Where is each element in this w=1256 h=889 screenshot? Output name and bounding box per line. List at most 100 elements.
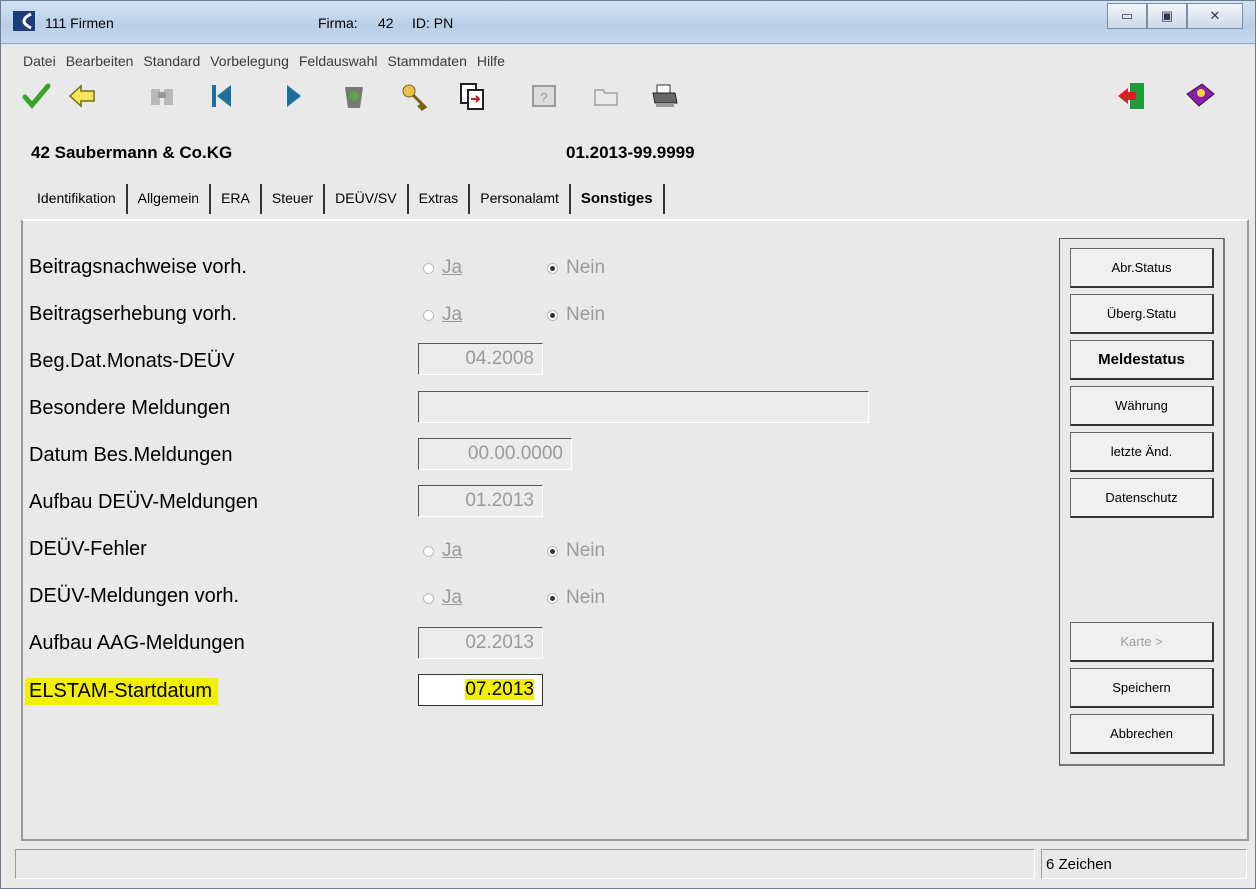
aufbau-deuv-meldungen-label: Aufbau DEÜV-Meldungen bbox=[29, 491, 259, 513]
besondere-meldungen-label: Besondere Meldungen bbox=[29, 397, 231, 419]
ja-label: Ja bbox=[442, 540, 463, 561]
record-header: 42 Saubermann & Co.KG 01.2013-99.9999 bbox=[19, 133, 1247, 173]
beitragserhebung-label: Beitragserhebung vorh. bbox=[29, 303, 237, 325]
validity-period: 01.2013-99.9999 bbox=[566, 143, 695, 162]
beitragsnachweise-nein-radio[interactable]: Nein bbox=[547, 257, 605, 279]
radio-circle bbox=[423, 545, 434, 557]
maximize-button[interactable]: ▣ bbox=[1147, 3, 1187, 29]
menu-bearbeiten[interactable]: Bearbeiten bbox=[60, 49, 138, 71]
deuv-meldungen-ja-radio[interactable]: Ja bbox=[423, 587, 462, 609]
menu-hilfe[interactable]: Hilfe bbox=[471, 49, 509, 71]
printer-icon[interactable] bbox=[647, 79, 681, 113]
status-bar: 6 Zeichen bbox=[1, 846, 1255, 886]
besondere-meldungen-field[interactable] bbox=[418, 391, 869, 423]
aufbau-aag-meldungen-field[interactable]: 02.2013 bbox=[418, 627, 543, 659]
abr-status-button[interactable]: Abr.Status bbox=[1070, 248, 1214, 288]
beitragsnachweise-label: Beitragsnachweise vorh. bbox=[29, 256, 247, 278]
tab-allgemein[interactable]: Allgemein bbox=[128, 184, 212, 214]
abbrechen-button[interactable]: Abbrechen bbox=[1070, 714, 1214, 754]
firma-value: 42 bbox=[378, 15, 394, 31]
tab-personalamt[interactable]: Personalamt bbox=[470, 184, 571, 214]
company-name: 42 Saubermann & Co.KG bbox=[31, 143, 233, 162]
tab-deuv-sv[interactable]: DEÜV/SV bbox=[325, 184, 409, 214]
tab-era[interactable]: ERA bbox=[211, 184, 262, 214]
tab-steuer[interactable]: Steuer bbox=[262, 184, 326, 214]
elstam-startdatum-field[interactable]: 07.2013 bbox=[418, 674, 543, 706]
check-icon[interactable] bbox=[19, 79, 53, 113]
title-bar[interactable]: 111 Firmen Firma: 42 ID: PN ▭ ▣ ✕ bbox=[1, 1, 1255, 44]
application-window: 111 Firmen Firma: 42 ID: PN ▭ ▣ ✕ Datei … bbox=[0, 0, 1256, 889]
speichern-button[interactable]: Speichern bbox=[1070, 668, 1214, 708]
nein-label: Nein bbox=[566, 257, 606, 278]
tab-identifikation[interactable]: Identifikation bbox=[27, 184, 128, 214]
datum-bes-meldungen-field[interactable]: 00.00.0000 bbox=[418, 438, 572, 470]
menu-feldauswahl[interactable]: Feldauswahl bbox=[293, 49, 382, 71]
menu-vorbelegung[interactable]: Vorbelegung bbox=[204, 49, 293, 71]
ja-label: Ja bbox=[442, 304, 463, 325]
deuv-meldungen-nein-radio[interactable]: Nein bbox=[547, 587, 605, 609]
exit-door-icon[interactable] bbox=[1115, 79, 1149, 113]
letzte-aenderung-button[interactable]: letzte Änd. bbox=[1070, 432, 1214, 472]
deuv-fehler-ja-radio[interactable]: Ja bbox=[423, 540, 462, 562]
beitragsnachweise-ja-radio[interactable]: Ja bbox=[423, 257, 462, 279]
beitragserhebung-ja-radio[interactable]: Ja bbox=[423, 304, 462, 326]
window-controls: ▭ ▣ ✕ bbox=[1107, 3, 1243, 29]
close-button[interactable]: ✕ bbox=[1187, 3, 1243, 29]
help-window-icon[interactable]: ? bbox=[527, 79, 561, 113]
tab-extras[interactable]: Extras bbox=[409, 184, 471, 214]
radio-circle-selected bbox=[547, 592, 558, 604]
menu-stammdaten[interactable]: Stammdaten bbox=[381, 49, 470, 71]
deuv-fehler-label: DEÜV-Fehler bbox=[29, 538, 147, 560]
side-button-panel: Abr.Status Überg.Statu Meldestatus Währu… bbox=[1059, 238, 1225, 766]
key-icon[interactable] bbox=[397, 79, 431, 113]
radio-circle-selected bbox=[547, 262, 558, 274]
karte-button[interactable]: Karte > bbox=[1070, 622, 1214, 662]
radio-circle bbox=[423, 309, 434, 321]
window-title: 111 Firmen bbox=[45, 15, 114, 31]
deuv-fehler-nein-radio[interactable]: Nein bbox=[547, 540, 605, 562]
maximize-icon: ▣ bbox=[1160, 8, 1174, 23]
aufbau-deuv-meldungen-field[interactable]: 01.2013 bbox=[418, 485, 543, 517]
radio-circle bbox=[423, 262, 434, 274]
aufbau-aag-meldungen-label: Aufbau AAG-Meldungen bbox=[29, 632, 245, 654]
waehrung-button[interactable]: Währung bbox=[1070, 386, 1214, 426]
minimize-icon: ▭ bbox=[1120, 8, 1134, 23]
ja-label: Ja bbox=[442, 257, 463, 278]
app-icon bbox=[13, 11, 35, 31]
datenschutz-button[interactable]: Datenschutz bbox=[1070, 478, 1214, 518]
elstam-startdatum-label: ELSTAM-Startdatum bbox=[25, 678, 219, 705]
recycle-bin-icon[interactable] bbox=[337, 79, 371, 113]
nein-label: Nein bbox=[566, 587, 606, 608]
ja-label: Ja bbox=[442, 587, 463, 608]
firma-label: Firma: bbox=[318, 15, 358, 31]
meldestatus-button[interactable]: Meldestatus bbox=[1070, 340, 1214, 380]
toolbar: ? bbox=[15, 75, 1245, 121]
menu-datei[interactable]: Datei bbox=[17, 49, 60, 71]
radio-circle bbox=[423, 592, 434, 604]
folder-icon[interactable] bbox=[589, 79, 623, 113]
deuv-meldungen-vorh-label: DEÜV-Meldungen vorh. bbox=[29, 585, 240, 607]
copy-record-icon[interactable] bbox=[455, 79, 489, 113]
first-record-icon[interactable] bbox=[205, 79, 239, 113]
beitragserhebung-nein-radio[interactable]: Nein bbox=[547, 304, 605, 326]
datum-bes-meldungen-label: Datum Bes.Meldungen bbox=[29, 444, 233, 466]
beg-dat-monats-deuv-field[interactable]: 04.2008 bbox=[418, 343, 543, 375]
uberg-status-button[interactable]: Überg.Statu bbox=[1070, 294, 1214, 334]
tab-sonstiges[interactable]: Sonstiges bbox=[571, 184, 665, 214]
beg-dat-monats-deuv-label: Beg.Dat.Monats-DEÜV bbox=[29, 350, 235, 372]
back-arrow-icon[interactable] bbox=[65, 79, 99, 113]
radio-circle-selected bbox=[547, 309, 558, 321]
menu-standard[interactable]: Standard bbox=[137, 49, 204, 71]
next-record-icon[interactable] bbox=[277, 79, 311, 113]
radio-circle-selected bbox=[547, 545, 558, 557]
help-book-icon[interactable] bbox=[1183, 79, 1217, 113]
status-message-area bbox=[15, 849, 1035, 879]
binoculars-icon[interactable] bbox=[145, 79, 179, 113]
minimize-button[interactable]: ▭ bbox=[1107, 3, 1147, 29]
nein-label: Nein bbox=[566, 540, 606, 561]
tab-bar: Identifikation Allgemein ERA Steuer DEÜV… bbox=[27, 184, 665, 214]
nein-label: Nein bbox=[566, 304, 606, 325]
close-icon: ✕ bbox=[1209, 8, 1221, 23]
elstam-startdatum-value: 07.2013 bbox=[465, 679, 534, 700]
id-label: ID: PN bbox=[412, 15, 454, 31]
